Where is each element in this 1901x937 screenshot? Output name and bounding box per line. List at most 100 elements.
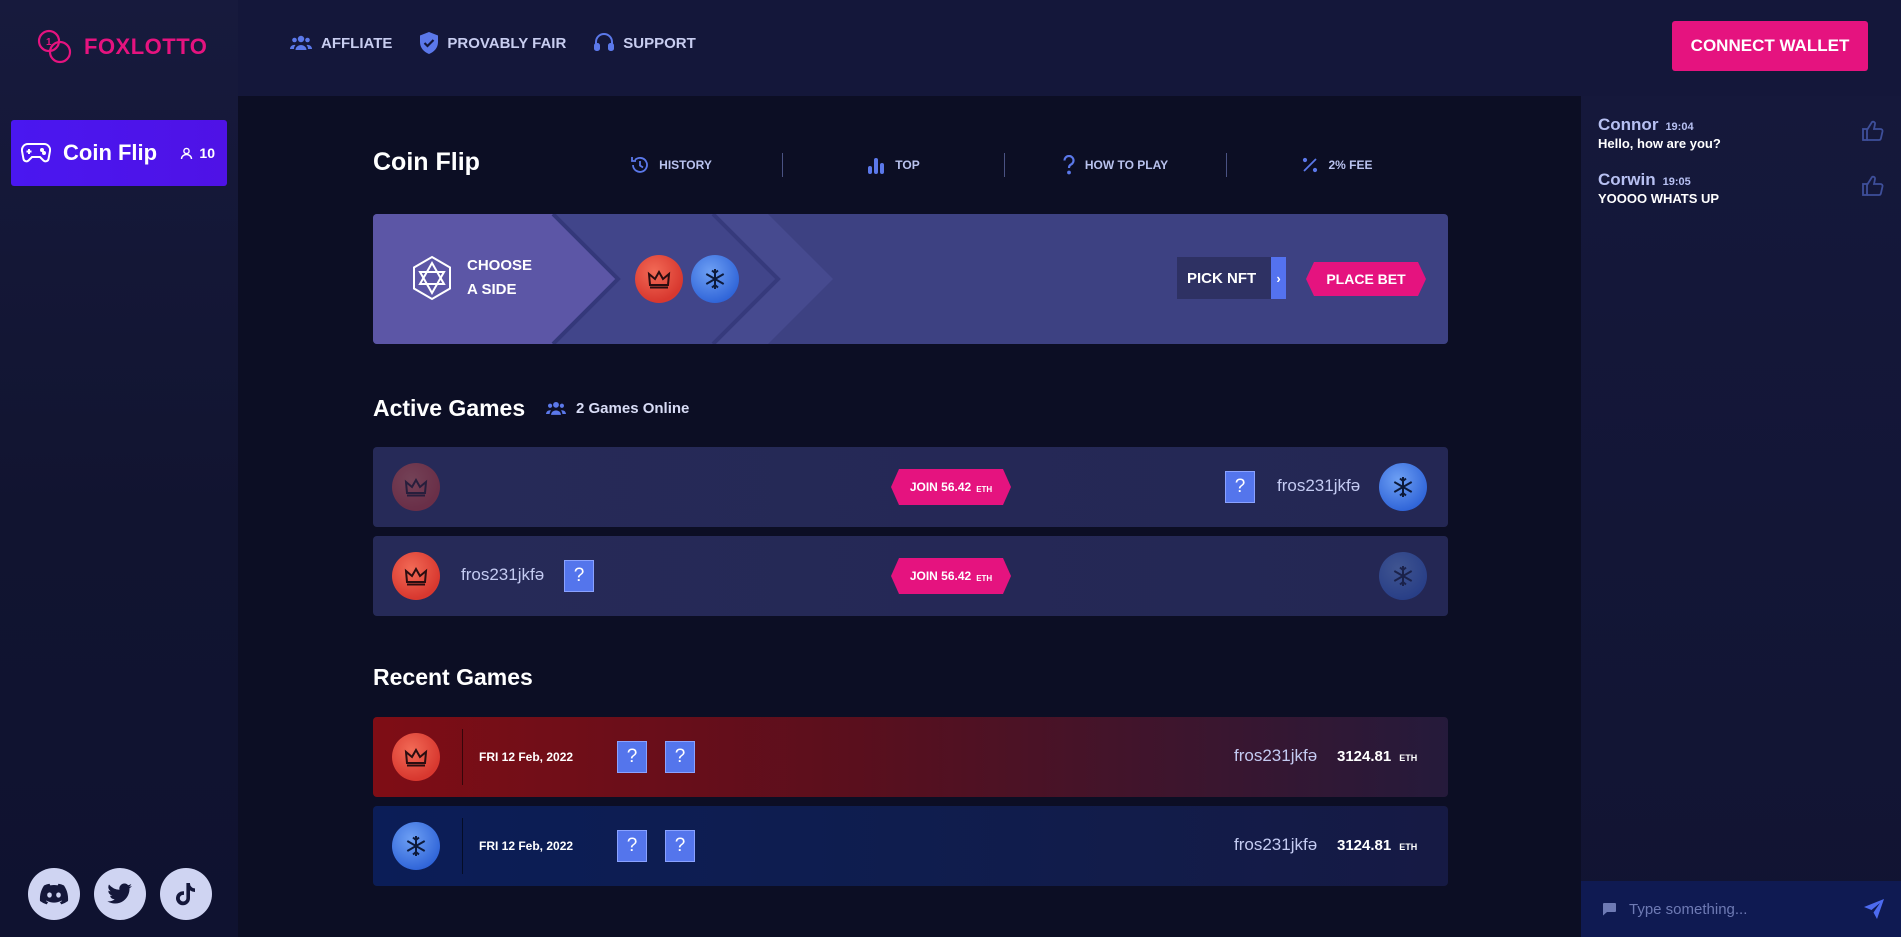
tab-history-label: HISTORY (659, 158, 712, 172)
crown-side-button[interactable] (635, 255, 683, 303)
crown-side-empty-slot[interactable] (392, 463, 440, 511)
page-title: Coin Flip (373, 148, 480, 176)
amount-unit: ETH (1399, 753, 1418, 763)
twitter-link[interactable] (94, 868, 146, 920)
recent-game-row: FRI 12 Feb, 2022 ? ? fros231jkfə 3124.81… (373, 717, 1448, 797)
snowflake-icon (1391, 564, 1415, 588)
thumbs-up-icon[interactable] (1862, 120, 1884, 142)
choose-side: CHOOSE A SIDE (411, 254, 532, 302)
history-icon (630, 155, 650, 175)
nft-item-box[interactable]: ? (564, 560, 594, 592)
active-game-row: fros231jkfə ? JOIN 56.42 ETH (373, 536, 1448, 616)
games-online-text: 2 Games Online (576, 400, 690, 417)
player-name: fros231jkfə (1234, 746, 1318, 765)
join-label: JOIN 56.42 (909, 480, 972, 494)
snowflake-side-empty-slot[interactable] (1379, 552, 1427, 600)
tab-top[interactable]: TOP (782, 150, 1004, 180)
users-icon (546, 401, 566, 416)
chevron-right-icon: › (1271, 257, 1286, 299)
brand-name: FOXLOTTO (84, 34, 208, 59)
send-icon[interactable] (1863, 898, 1885, 920)
nft-item-box[interactable]: ? (1225, 471, 1255, 503)
snowflake-side-coin (1379, 463, 1427, 511)
main-nav: AFFLIATE PROVABLY FAIR SUPPORT (290, 32, 696, 54)
nav-support-label: SUPPORT (623, 34, 696, 52)
tab-fee-label: 2% FEE (1328, 158, 1373, 172)
crown-icon (404, 477, 428, 497)
join-game-button[interactable]: JOIN 56.42 ETH (891, 469, 1011, 505)
chat-message: Connor 19:04 Hello, how are you? (1598, 115, 1721, 151)
nft-item-box[interactable]: ? (665, 830, 695, 862)
player-count-value: 10 (199, 145, 215, 161)
snowflake-side-button[interactable] (691, 255, 739, 303)
chat-message: Corwin 19:05 YOOOO WHATS UP (1598, 170, 1719, 206)
snowflake-icon (1391, 475, 1415, 499)
headset-icon (594, 33, 615, 53)
chat-bubble-icon (1601, 901, 1617, 917)
users-icon (290, 35, 312, 51)
chat-text: Hello, how are you? (1598, 136, 1721, 151)
divider (462, 729, 463, 785)
chat-message-input[interactable] (1629, 900, 1851, 918)
percent-icon (1301, 156, 1319, 174)
nav-provably-fair[interactable]: PROVABLY FAIR (420, 32, 566, 54)
crown-icon (404, 566, 428, 586)
shield-check-icon (420, 32, 439, 54)
svg-text:1: 1 (46, 37, 52, 48)
twitter-icon (107, 883, 133, 905)
choose-line-2: A SIDE (467, 281, 517, 298)
hexagram-icon (411, 255, 453, 301)
crown-side-coin (392, 552, 440, 600)
pick-nft-label: PICK NFT (1187, 269, 1257, 287)
tab-fee[interactable]: 2% FEE (1226, 150, 1448, 180)
thumbs-up-icon[interactable] (1862, 175, 1884, 197)
join-unit: ETH (976, 573, 993, 583)
nft-item-box[interactable]: ? (617, 830, 647, 862)
pick-nft-button[interactable]: PICK NFT › (1177, 257, 1286, 299)
chat-text: YOOOO WHATS UP (1598, 191, 1720, 206)
tab-how-to-play-label: HOW TO PLAY (1084, 158, 1169, 172)
bet-panel: CHOOSE A SIDE PICK NFT › PLACE BET (373, 214, 1448, 344)
question-icon (1062, 155, 1076, 175)
snowflake-icon (404, 834, 428, 858)
tab-how-to-play[interactable]: HOW TO PLAY (1004, 150, 1226, 180)
chat-author: Corwin (1598, 170, 1656, 189)
choose-line-1: CHOOSE (467, 257, 533, 274)
game-tab-coin-flip[interactable]: Coin Flip 10 (11, 120, 227, 186)
amount-value: 3124.81 (1337, 748, 1392, 765)
bar-chart-icon (866, 155, 886, 175)
chat-time: 19:05 (1662, 176, 1691, 188)
game-amount: 3124.81 ETH (1337, 748, 1417, 765)
tab-top-label: TOP (895, 158, 920, 172)
nav-support[interactable]: SUPPORT (594, 32, 696, 54)
chat-author: Connor (1598, 115, 1659, 134)
nft-item-box[interactable]: ? (665, 741, 695, 773)
active-games-title: Active Games (373, 395, 526, 421)
tiktok-link[interactable] (160, 868, 212, 920)
join-game-button[interactable]: JOIN 56.42 ETH (891, 558, 1011, 594)
tab-history[interactable]: HISTORY (560, 150, 782, 180)
logo[interactable]: 1 FOXLOTTO (36, 28, 207, 66)
bet-panel-background (373, 214, 833, 344)
place-bet-button[interactable]: PLACE BET (1306, 262, 1426, 296)
game-date: FRI 12 Feb, 2022 (479, 839, 574, 853)
side-selector (635, 255, 739, 303)
nav-affiliate-label: AFFLIATE (321, 34, 393, 52)
active-game-row: JOIN 56.42 ETH ? fros231jkfə (373, 447, 1448, 527)
join-label: JOIN 56.42 (909, 569, 972, 583)
connect-wallet-button[interactable]: CONNECT WALLET (1672, 21, 1868, 71)
recent-game-row: FRI 12 Feb, 2022 ? ? fros231jkfə 3124.81… (373, 806, 1448, 886)
game-date: FRI 12 Feb, 2022 (479, 750, 574, 764)
discord-link[interactable] (28, 868, 80, 920)
games-online: 2 Games Online (546, 400, 689, 417)
nav-provably-fair-label: PROVABLY FAIR (447, 34, 567, 52)
chat-input-bar (1581, 881, 1901, 937)
crown-side-coin (392, 733, 440, 781)
amount-value: 3124.81 (1337, 837, 1392, 854)
nft-item-box[interactable]: ? (617, 741, 647, 773)
nav-affiliate[interactable]: AFFLIATE (290, 32, 392, 54)
crown-icon (404, 747, 428, 767)
game-amount: 3124.81 ETH (1337, 837, 1417, 854)
player-count: 10 (180, 145, 215, 161)
social-links (28, 868, 212, 920)
